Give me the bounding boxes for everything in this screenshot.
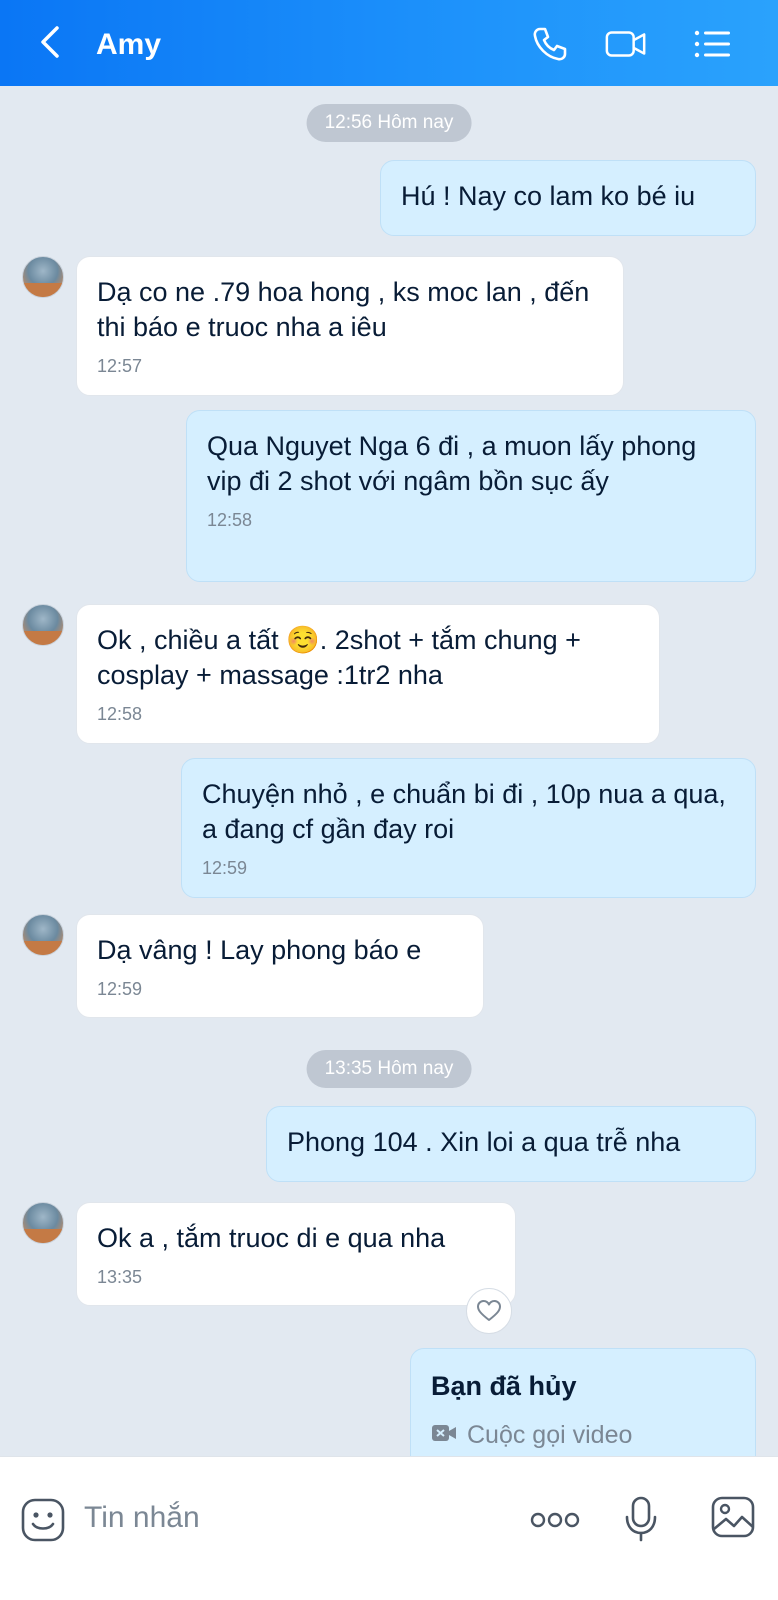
message-bubble-incoming[interactable]: Dạ co ne .79 hoa hong , ks moc lan , đến… xyxy=(76,256,624,396)
heart-react-icon[interactable] xyxy=(466,1288,512,1334)
message-text: Dạ vâng ! Lay phong báo e xyxy=(97,935,422,965)
message-input[interactable]: Tin nhắn xyxy=(84,1501,200,1535)
message-text: Hú ! Nay co lam ko bé iu xyxy=(401,181,696,211)
avatar[interactable] xyxy=(22,914,64,956)
message-time: 12:57 xyxy=(97,356,143,376)
message-bubble-incoming[interactable]: Ok a , tắm truoc di e qua nha 13:35 xyxy=(76,1202,516,1306)
message-time: 12:59 xyxy=(97,979,143,999)
video-camera-icon[interactable] xyxy=(604,24,648,64)
message-time: 12:58 xyxy=(207,510,253,530)
message-list[interactable]: 12:56 Hôm nay Hú ! Nay co lam ko bé iu D… xyxy=(0,86,778,1456)
phone-icon[interactable] xyxy=(528,24,572,64)
message-text: Phong 104 . Xin loi a qua trễ nha xyxy=(287,1127,681,1157)
image-gallery-icon[interactable] xyxy=(710,1495,756,1544)
message-composer: Tin nhắn xyxy=(0,1456,778,1600)
avatar[interactable] xyxy=(22,256,64,298)
list-menu-icon[interactable] xyxy=(690,24,734,64)
emoji-icon[interactable] xyxy=(20,1497,66,1543)
contact-name[interactable]: Amy xyxy=(96,28,161,62)
message-time: 12:59 xyxy=(202,858,248,878)
message-time: 13:35 xyxy=(97,1267,143,1287)
message-bubble-outgoing[interactable]: Phong 104 . Xin loi a qua trễ nha xyxy=(266,1106,756,1182)
message-bubble-outgoing[interactable]: Hú ! Nay co lam ko bé iu xyxy=(380,160,756,236)
back-arrow-icon[interactable] xyxy=(30,22,70,62)
date-divider: 13:35 Hôm nay xyxy=(306,1050,472,1088)
avatar[interactable] xyxy=(22,604,64,646)
message-bubble-outgoing[interactable]: Qua Nguyet Nga 6 đi , a muon lấy phong v… xyxy=(186,410,756,582)
message-text: Ok , chiều a tất ☺️. 2shot + tắm chung +… xyxy=(97,625,581,690)
call-status-bubble[interactable]: Bạn đã hủy Cuộc gọi video xyxy=(410,1348,756,1456)
date-divider: 12:56 Hôm nay xyxy=(306,104,472,142)
more-options-icon[interactable] xyxy=(530,1511,580,1534)
missed-video-call-icon xyxy=(431,1418,457,1453)
message-bubble-incoming[interactable]: Ok , chiều a tất ☺️. 2shot + tắm chung +… xyxy=(76,604,660,744)
message-time: 12:58 xyxy=(97,704,143,724)
message-text: Ok a , tắm truoc di e qua nha xyxy=(97,1223,446,1253)
call-status-subtitle: Cuộc gọi video xyxy=(467,1421,633,1449)
message-text: Dạ co ne .79 hoa hong , ks moc lan , đến… xyxy=(97,277,590,342)
chat-header: Amy xyxy=(0,0,778,86)
message-text: Qua Nguyet Nga 6 đi , a muon lấy phong v… xyxy=(207,431,697,496)
message-bubble-incoming[interactable]: Dạ vâng ! Lay phong báo e 12:59 xyxy=(76,914,484,1018)
message-bubble-outgoing[interactable]: Chuyện nhỏ , e chuẩn bi đi , 10p nua a q… xyxy=(181,758,756,898)
call-status-title: Bạn đã hủy xyxy=(431,1371,577,1401)
avatar[interactable] xyxy=(22,1202,64,1244)
microphone-icon[interactable] xyxy=(624,1495,658,1548)
message-text: Chuyện nhỏ , e chuẩn bi đi , 10p nua a q… xyxy=(202,779,726,844)
